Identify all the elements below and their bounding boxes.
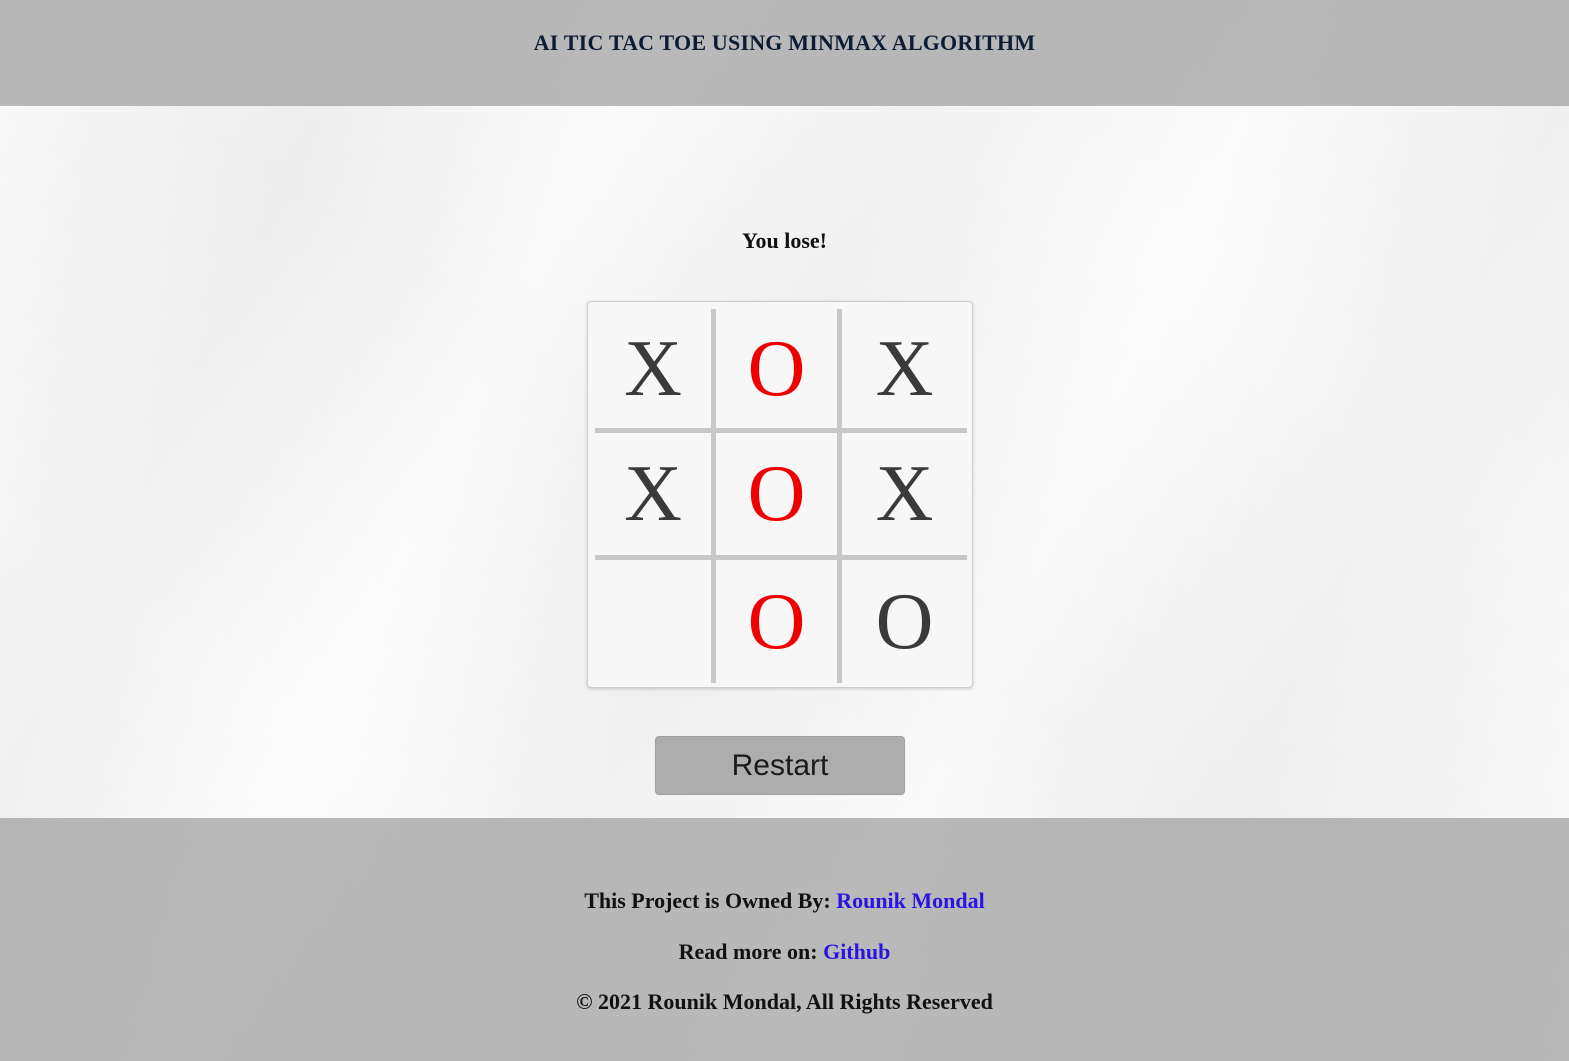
page-title: AI TIC TAC TOE USING MINMAX ALGORITHM [533, 30, 1036, 55]
game-status: You lose! [742, 228, 827, 253]
copyright-text: © 2021 Rounik Mondal, All Rights Reserve… [576, 989, 993, 1014]
owner-line: This Project is Owned By: Rounik Mondal [0, 888, 1569, 914]
readmore-label: Read more on: [678, 939, 824, 964]
cell-2-2[interactable]: O [842, 560, 967, 683]
owner-link[interactable]: Rounik Mondal [836, 888, 985, 913]
page-header: AI TIC TAC TOE USING MINMAX ALGORITHM [0, 0, 1569, 106]
cell-1-0[interactable]: X [595, 433, 716, 560]
page-footer: This Project is Owned By: Rounik Mondal … [0, 818, 1569, 1061]
cell-0-1[interactable]: O [716, 309, 842, 433]
restart-button[interactable]: Restart [655, 736, 905, 795]
cell-1-1[interactable]: O [716, 433, 842, 560]
cell-2-1[interactable]: O [716, 560, 842, 683]
board-grid: X O X X O X O O [595, 309, 967, 683]
github-link[interactable]: Github [823, 939, 890, 964]
cell-0-2[interactable]: X [842, 309, 967, 433]
readmore-line: Read more on: Github [0, 939, 1569, 965]
game-board: X O X X O X O O [587, 301, 973, 688]
cell-0-0[interactable]: X [595, 309, 716, 433]
cell-2-0[interactable] [595, 560, 716, 683]
owner-label: This Project is Owned By: [584, 888, 837, 913]
cell-1-2[interactable]: X [842, 433, 967, 560]
game-area: You lose! X O X X O X O O Restart [0, 106, 1569, 818]
